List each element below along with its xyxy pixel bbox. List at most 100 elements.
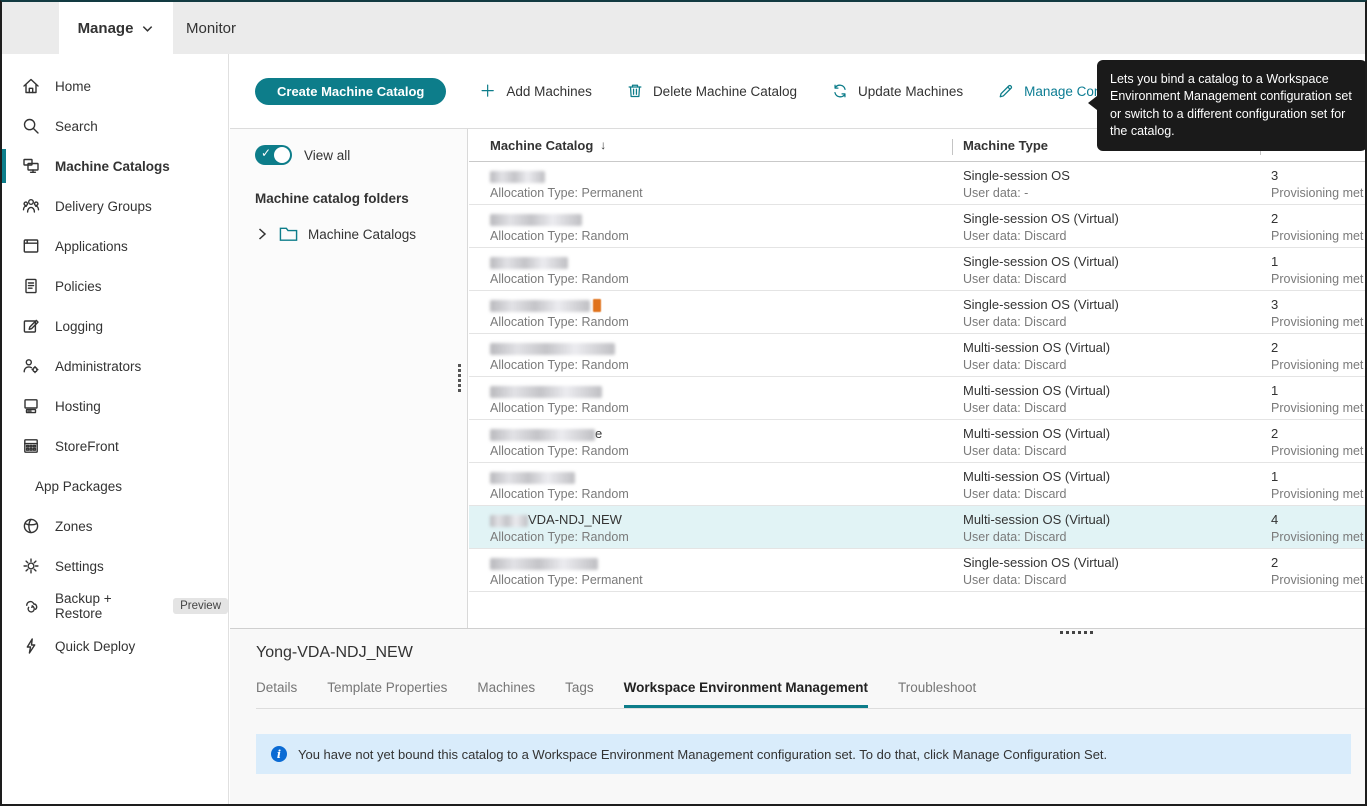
table-row[interactable]: Allocation Type: Permanent Single-session… <box>469 549 1365 592</box>
table-row[interactable]: Allocation Type: Random Multi-session OS … <box>469 334 1365 377</box>
allocation-type-text: Allocation Type: Random <box>490 358 629 372</box>
machine-count-text: 1 <box>1271 254 1279 269</box>
sidebar-item-home[interactable]: Home <box>2 66 228 106</box>
view-all-toggle[interactable]: ✓ <box>255 145 292 165</box>
delete-machine-catalog-button[interactable]: Delete Machine Catalog <box>626 82 797 100</box>
sidebar-item-quick-deploy[interactable]: Quick Deploy <box>2 626 228 666</box>
redacted-catalog-name <box>490 428 595 441</box>
panel-height-resize-handle[interactable] <box>1060 631 1093 634</box>
allocation-type-text: Allocation Type: Random <box>490 229 629 243</box>
home-icon <box>21 76 41 96</box>
selected-catalog-title: Yong-VDA-NDJ_NEW <box>256 644 413 661</box>
sidebar-item-applications[interactable]: Applications <box>2 226 228 266</box>
toolbar-action-label: Update Machines <box>858 83 964 99</box>
redacted-catalog-name <box>490 170 545 183</box>
user-data-text: User data: Discard <box>963 229 1067 243</box>
monitor-tab[interactable]: Monitor <box>186 2 236 54</box>
allocation-type-text: Allocation Type: Random <box>490 272 629 286</box>
sidebar-item-label: Logging <box>55 318 104 334</box>
sidebar-item-backup-restore[interactable]: Backup + Restore Preview <box>2 586 228 626</box>
panel-resize-handle[interactable] <box>458 364 461 392</box>
machine-type-text: Multi-session OS (Virtual) <box>963 426 1111 441</box>
sidebar-item-app-packages[interactable]: App Packages <box>2 466 228 506</box>
allocation-type-text: Allocation Type: Random <box>490 487 629 501</box>
machine-type-text: Single-session OS (Virtual) <box>963 211 1119 226</box>
sidebar-item-label: Applications <box>55 238 128 254</box>
provisioning-text: Provisioning met <box>1271 487 1364 501</box>
folder-label: Machine Catalogs <box>308 226 417 242</box>
tab-tags[interactable]: Tags <box>565 680 594 708</box>
sidebar-item-machine-catalogs[interactable]: Machine Catalogs <box>2 146 228 186</box>
sidebar-item-label: Machine Catalogs <box>55 158 170 174</box>
view-all-row: ✓ View all <box>255 145 467 165</box>
provisioning-text: Provisioning met <box>1271 530 1364 544</box>
user-data-text: User data: Discard <box>963 530 1067 544</box>
machine-count-text: 2 <box>1271 340 1279 355</box>
search-icon <box>21 116 41 136</box>
tab-details[interactable]: Details <box>256 680 297 708</box>
allocation-type-text: Allocation Type: Permanent <box>490 573 643 587</box>
sidebar-item-zones[interactable]: Zones <box>2 506 228 546</box>
chevron-down-icon <box>143 25 153 32</box>
user-data-text: User data: Discard <box>963 315 1067 329</box>
warning-icon <box>593 299 601 313</box>
provisioning-text: Provisioning met <box>1271 229 1364 243</box>
redacted-catalog-name <box>490 471 575 484</box>
allocation-type-text: Allocation Type: Random <box>490 444 629 458</box>
top-bar: Manage Monitor <box>2 2 1365 54</box>
column-header-machine-catalog[interactable]: Machine Catalog ↓ <box>469 138 952 153</box>
add-machines-button[interactable]: Add Machines <box>480 83 592 100</box>
allocation-type-text: Allocation Type: Random <box>490 315 629 329</box>
table-row[interactable]: Allocation Type: Random Multi-session OS … <box>469 463 1365 506</box>
sidebar-item-delivery-groups[interactable]: Delivery Groups <box>2 186 228 226</box>
redacted-catalog-name <box>490 342 615 355</box>
allocation-type-text: Allocation Type: Random <box>490 401 629 415</box>
sidebar-item-policies[interactable]: Policies <box>2 266 228 306</box>
user-data-text: User data: Discard <box>963 444 1067 458</box>
tab-troubleshoot[interactable]: Troubleshoot <box>898 680 976 708</box>
provisioning-text: Provisioning met <box>1271 315 1364 329</box>
delivery-groups-icon <box>21 196 41 216</box>
table-row[interactable]: Allocation Type: Random Single-session OS… <box>469 291 1365 334</box>
table-body: Allocation Type: Permanent Single-session… <box>469 162 1365 592</box>
toolbar-action-label: Delete Machine Catalog <box>652 83 798 99</box>
tab-machines[interactable]: Machines <box>477 680 535 708</box>
machine-count-text: 2 <box>1271 211 1279 226</box>
sidebar-item-label: Settings <box>55 558 104 574</box>
table-row[interactable]: Allocation Type: Random Multi-session OS … <box>469 377 1365 420</box>
sidebar-item-logging[interactable]: Logging <box>2 306 228 346</box>
plus-icon <box>480 83 497 100</box>
sidebar-item-hosting[interactable]: Hosting <box>2 386 228 426</box>
zones-icon <box>21 516 41 536</box>
settings-icon <box>21 556 41 576</box>
sidebar-item-storefront[interactable]: StoreFront <box>2 426 228 466</box>
redacted-catalog-name <box>490 514 528 527</box>
sidebar-item-label: Home <box>55 78 92 94</box>
user-data-text: User data: Discard <box>963 573 1067 587</box>
sidebar-item-administrators[interactable]: Administrators <box>2 346 228 386</box>
sidebar-item-settings[interactable]: Settings <box>2 546 228 586</box>
provisioning-text: Provisioning met <box>1271 401 1364 415</box>
create-machine-catalog-button[interactable]: Create Machine Catalog <box>255 77 447 105</box>
update-machines-button[interactable]: Update Machines <box>831 82 963 100</box>
sort-descending-icon: ↓ <box>600 138 607 152</box>
folder-machine-catalogs[interactable]: Machine Catalogs <box>255 226 467 242</box>
table-row[interactable]: Allocation Type: Random Single-session OS… <box>469 205 1365 248</box>
user-data-text: User data: Discard <box>963 401 1067 415</box>
sidebar-item-label: App Packages <box>35 478 123 494</box>
machine-count-text: 2 <box>1271 555 1279 570</box>
provisioning-text: Provisioning met <box>1271 186 1364 200</box>
table-row[interactable]: e Allocation Type: Random Multi-session OS… <box>469 420 1365 463</box>
sidebar-item-search[interactable]: Search <box>2 106 228 146</box>
sidebar-item-label: Administrators <box>55 358 142 374</box>
manage-tab[interactable]: Manage <box>59 2 173 54</box>
table-row[interactable]: Allocation Type: Random Single-session OS… <box>469 248 1365 291</box>
table-row[interactable]: Allocation Type: Permanent Single-session… <box>469 162 1365 205</box>
tab-workspace-environment-management[interactable]: Workspace Environment Management <box>623 680 868 708</box>
machine-type-text: Single-session OS (Virtual) <box>963 555 1119 570</box>
info-icon: i <box>271 746 287 762</box>
monitor-tab-label: Monitor <box>186 19 237 37</box>
machine-count-text: 4 <box>1271 512 1279 527</box>
tab-template-properties[interactable]: Template Properties <box>327 680 447 708</box>
table-row[interactable]: VDA-NDJ_NEW Allocation Type: Random Multi-… <box>469 506 1365 549</box>
